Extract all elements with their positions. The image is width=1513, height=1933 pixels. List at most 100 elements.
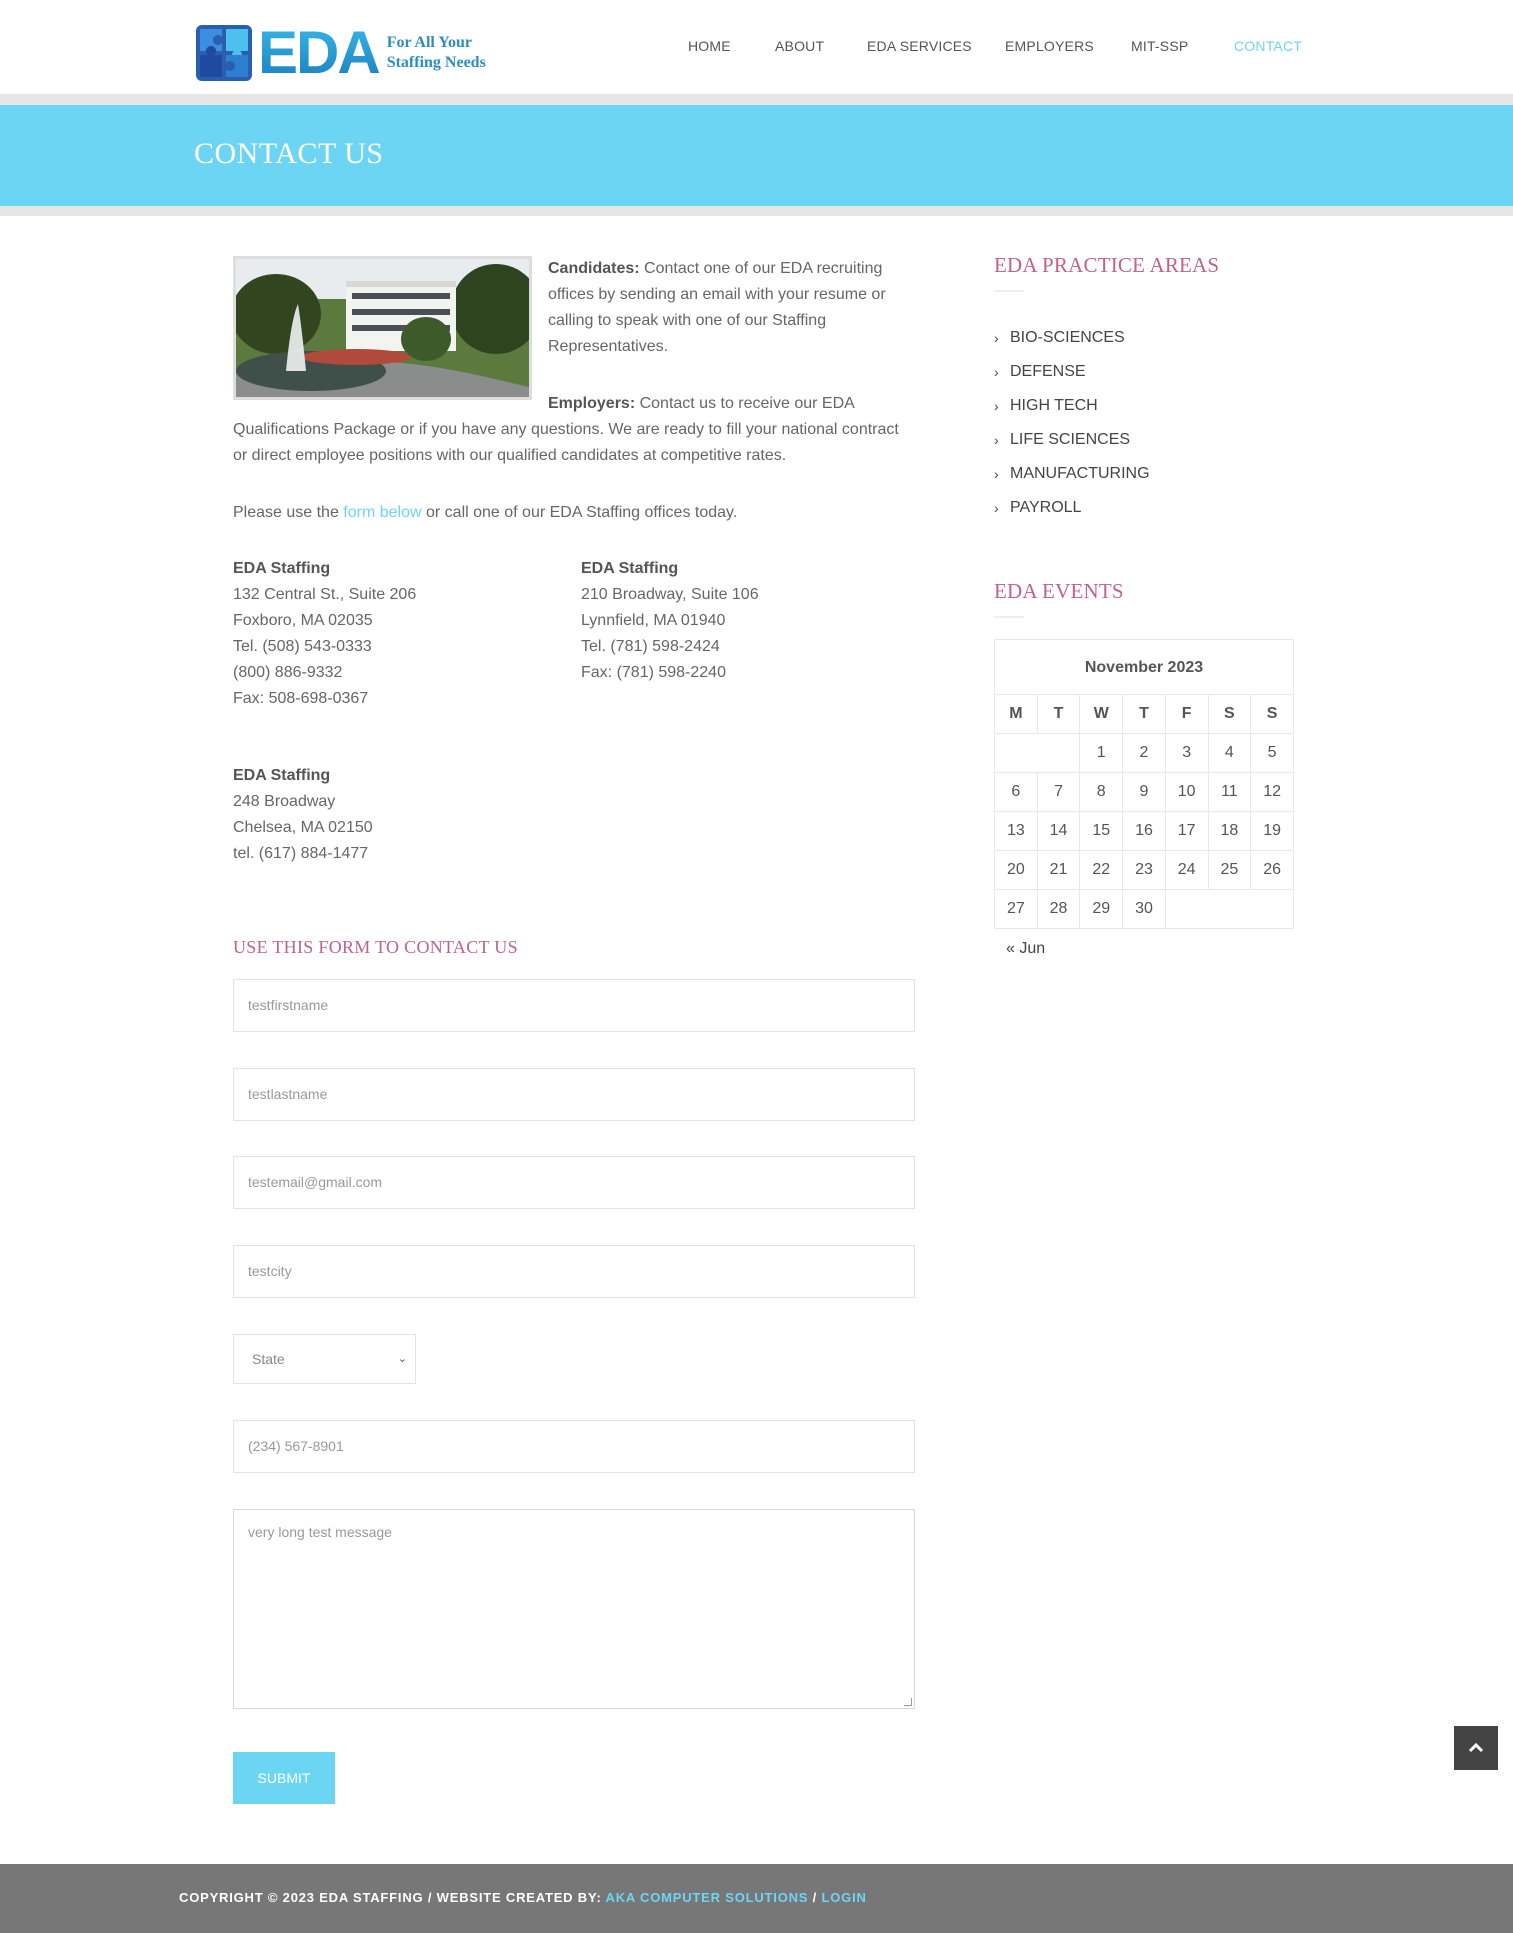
practice-area-item[interactable]: › DEFENSE: [994, 355, 1150, 389]
calendar-prev-link[interactable]: « Jun: [1006, 940, 1045, 958]
office-address-line: Chelsea, MA 02150: [233, 819, 373, 836]
office-name: EDA Staffing: [233, 767, 331, 784]
calendar-day-cell: 23: [1122, 850, 1166, 890]
calendar-day-cell: 26: [1250, 850, 1294, 890]
chevron-down-icon: ⌄: [397, 1353, 407, 1365]
email-field[interactable]: testemail@gmail.com: [233, 1156, 915, 1209]
office-chelsea: EDA Staffing 248 Broadway Chelsea, MA 02…: [233, 763, 373, 867]
calendar-day-cell: 28: [1036, 889, 1081, 929]
calendar-week-row: 6 7 8 9 10 11 12: [994, 772, 1294, 812]
nav-eda-services[interactable]: EDA SERVICES: [867, 38, 972, 54]
footer-author-link[interactable]: AKA COMPUTER SOLUTIONS: [606, 1890, 809, 1905]
last-name-field[interactable]: testlastname: [233, 1068, 915, 1121]
footer-copyright-text: COPYRIGHT © 2023 EDA STAFFING / WEBSITE …: [179, 1890, 606, 1905]
nav-home[interactable]: HOME: [688, 38, 731, 54]
nav-employers[interactable]: EMPLOYERS: [1005, 38, 1094, 54]
calendar-day-cell: 27: [994, 889, 1038, 929]
calendar-day-cell: 8: [1079, 772, 1124, 812]
nav-contact[interactable]: CONTACT: [1234, 38, 1302, 54]
phone-field[interactable]: (234) 567-8901: [233, 1420, 915, 1473]
calendar-day-header: T: [1122, 694, 1166, 734]
calendar-day-cell: 7: [1036, 772, 1081, 812]
employers-label: Employers:: [548, 395, 636, 412]
state-select[interactable]: State ⌄: [233, 1334, 416, 1384]
office-foxboro: EDA Staffing 132 Central St., Suite 206 …: [233, 556, 416, 712]
chevron-right-icon: ›: [994, 330, 999, 346]
calendar-day-header: F: [1164, 694, 1209, 734]
calendar-day-cell: 11: [1207, 772, 1252, 812]
site-header: EDA For All Your Staffing Needs HOME ABO…: [0, 0, 1513, 94]
practice-area-label: LIFE SCIENCES: [1010, 431, 1131, 448]
nav-about[interactable]: ABOUT: [775, 38, 824, 54]
calendar-day-cell: 6: [994, 772, 1038, 812]
calendar-week-row: 20 21 22 23 24 25 26: [994, 850, 1294, 890]
calendar-week-row: 13 14 15 16 17 18 19: [994, 811, 1294, 851]
calendar-day-cell: 29: [1079, 889, 1124, 929]
office-address-line: Foxboro, MA 02035: [233, 612, 373, 629]
practice-area-item[interactable]: › MANUFACTURING: [994, 457, 1150, 491]
nav-mit-ssp[interactable]: MIT-SSP: [1131, 38, 1188, 54]
form-below-link[interactable]: form below: [343, 504, 421, 521]
calendar-day-cell: 14: [1036, 811, 1081, 851]
practice-area-item[interactable]: › BIO-SCIENCES: [994, 321, 1150, 355]
practice-area-item[interactable]: › HIGH TECH: [994, 389, 1150, 423]
practice-area-label: DEFENSE: [1010, 363, 1086, 380]
resize-handle-icon[interactable]: [904, 1698, 912, 1706]
form-hint-paragraph: Please use the form below or call one of…: [233, 500, 915, 526]
calendar-day-cell: 9: [1122, 772, 1166, 812]
calendar-day-cell: 21: [1036, 850, 1081, 890]
chevron-right-icon: ›: [994, 466, 999, 482]
office-address-line: Lynnfield, MA 01940: [581, 612, 726, 629]
calendar-day-header: W: [1079, 694, 1124, 734]
practice-area-item[interactable]: › LIFE SCIENCES: [994, 423, 1150, 457]
office-name: EDA Staffing: [233, 560, 331, 577]
calendar-day-cell: 2: [1122, 733, 1166, 773]
calendar-day-cell: 5: [1250, 733, 1294, 773]
message-textarea[interactable]: very long test message: [233, 1509, 915, 1709]
practice-area-item[interactable]: › PAYROLL: [994, 491, 1150, 525]
calendar-empty-cell: [1164, 889, 1295, 929]
calendar-day-cell: 12: [1250, 772, 1294, 812]
calendar-day-header-row: M T W T F S S: [994, 694, 1294, 734]
submit-button[interactable]: SUBMIT: [233, 1752, 335, 1804]
employers-paragraph: Employers: Contact us to receive our EDA…: [233, 391, 915, 469]
calendar-day-cell: 17: [1164, 811, 1209, 851]
chevron-right-icon: ›: [994, 364, 999, 380]
office-phone: Tel. (508) 543-0333: [233, 638, 372, 655]
candidates-label: Candidates:: [548, 260, 640, 277]
practice-area-label: MANUFACTURING: [1010, 465, 1150, 482]
calendar-day-cell: 22: [1079, 850, 1124, 890]
footer-copyright: COPYRIGHT © 2023 EDA STAFFING / WEBSITE …: [179, 1890, 867, 1905]
footer-login-link[interactable]: LOGIN: [822, 1890, 867, 1905]
office-lynnfield: EDA Staffing 210 Broadway, Suite 106 Lyn…: [581, 556, 759, 686]
office-phone: tel. (617) 884-1477: [233, 845, 369, 862]
practice-area-label: PAYROLL: [1010, 499, 1082, 516]
city-field[interactable]: testcity: [233, 1245, 915, 1298]
calendar-day-cell: 25: [1207, 850, 1252, 890]
office-fax: Fax: (781) 598-2240: [581, 664, 726, 681]
chevron-right-icon: ›: [994, 398, 999, 414]
calendar-day-cell: 4: [1207, 733, 1252, 773]
practice-areas-list: › BIO-SCIENCES › DEFENSE › HIGH TECH › LIFE …: [994, 321, 1150, 525]
contact-form-title: USE THIS FORM TO CONTACT US: [233, 937, 518, 957]
first-name-field[interactable]: testfirstname: [233, 979, 915, 1032]
calendar-day-cell: 13: [994, 811, 1038, 851]
events-title: EDA EVENTS: [994, 579, 1124, 603]
practice-areas-rule: [994, 290, 1024, 292]
form-hint-suffix: or call one of our EDA Staffing offices …: [421, 504, 738, 521]
calendar-day-cell: 20: [994, 850, 1038, 890]
calendar-day-cell: 16: [1122, 811, 1166, 851]
practice-area-label: BIO-SCIENCES: [1010, 329, 1125, 346]
calendar-day-header: S: [1207, 694, 1252, 734]
office-name: EDA Staffing: [581, 560, 679, 577]
calendar-body: 1 2 3 4 5 6 7 8 9 10 11 12 13 14 15 16 17 18 19 20 21 22 23 24 2…: [993, 733, 1295, 929]
calendar-week-row: 27 28 29 30: [994, 889, 1295, 929]
main-nav: HOME ABOUT EDA SERVICES EMPLOYERS MIT-SS…: [0, 38, 1513, 60]
calendar-day-cell: 15: [1079, 811, 1124, 851]
back-to-top-button[interactable]: [1454, 1726, 1498, 1770]
calendar-day-cell: 19: [1250, 811, 1294, 851]
office-fax: Fax: 508-698-0367: [233, 690, 369, 707]
calendar-day-cell: 10: [1164, 772, 1209, 812]
calendar-day-cell: 1: [1079, 733, 1124, 773]
events-rule: [994, 616, 1024, 618]
